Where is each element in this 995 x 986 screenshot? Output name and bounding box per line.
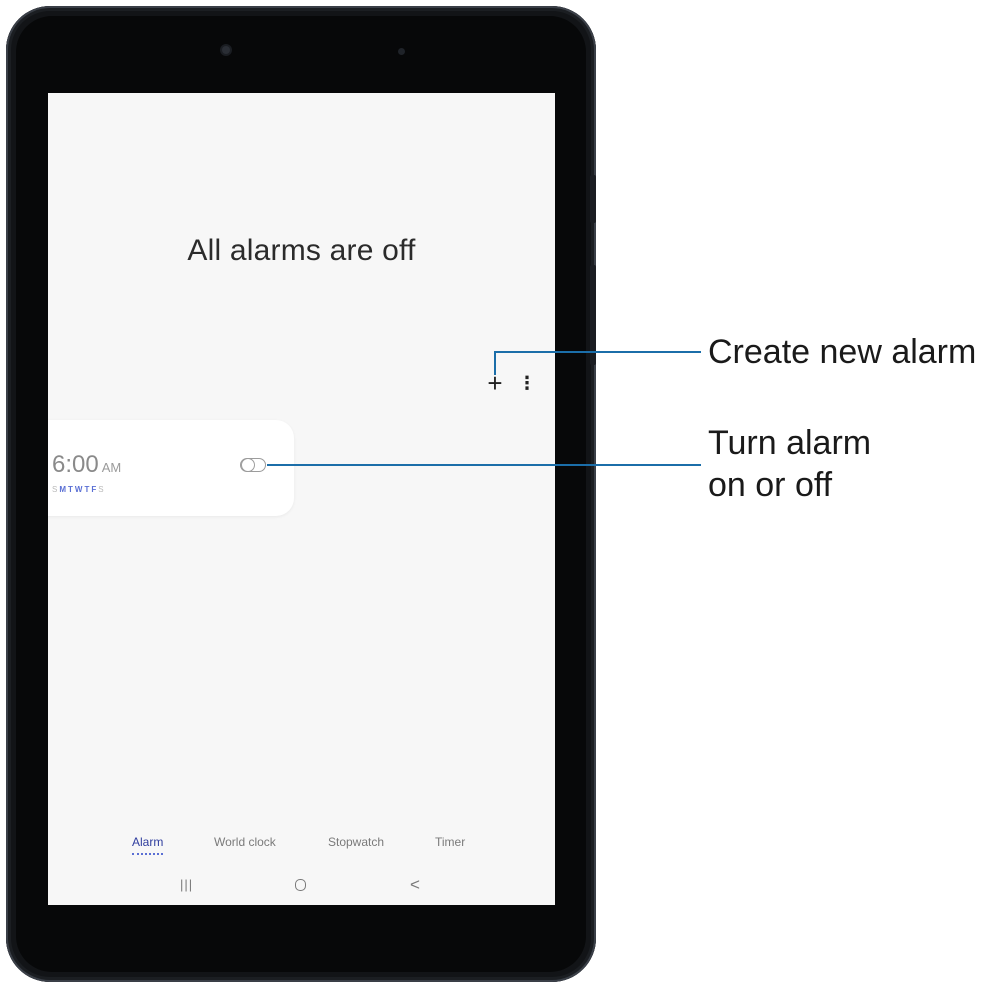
tab-alarm[interactable]: Alarm xyxy=(132,835,164,855)
day-tuesday: T xyxy=(68,485,75,494)
alarm-repeat-days: SMTWTFS xyxy=(52,485,106,494)
callout-turn-alarm-line2: on or off xyxy=(708,466,833,504)
alarm-time: 6:00 AM xyxy=(52,451,121,479)
tab-world-clock[interactable]: World clock xyxy=(214,835,276,849)
toggle-knob xyxy=(241,457,255,472)
callout-line-create-horizontal xyxy=(494,351,701,353)
day-saturday: S xyxy=(98,485,106,494)
clock-app-screen: All alarms are off + ⋮ 6:00 AM SMTWTFS Al… xyxy=(48,93,555,905)
power-button xyxy=(590,175,596,223)
day-thursday: T xyxy=(84,485,92,494)
callout-line-toggle xyxy=(267,464,701,466)
callout-create-new-alarm: Create new alarm xyxy=(708,333,977,371)
empty-state-title: All alarms are off xyxy=(187,234,416,267)
home-icon[interactable] xyxy=(295,879,306,891)
system-nav-bar: ||| < xyxy=(48,869,555,905)
day-wednesday: W xyxy=(74,485,85,494)
day-monday: M xyxy=(59,485,69,494)
back-icon[interactable]: < xyxy=(410,875,420,895)
alarm-card[interactable]: 6:00 AM SMTWTFS xyxy=(48,420,294,516)
front-camera xyxy=(222,46,230,54)
callout-line-create-vertical xyxy=(494,352,496,375)
light-sensor xyxy=(398,48,405,55)
tab-stopwatch[interactable]: Stopwatch xyxy=(328,835,384,849)
callout-turn-alarm-line1: Turn alarm xyxy=(708,424,872,462)
more-options-icon[interactable]: ⋮ xyxy=(518,373,536,393)
day-sunday: S xyxy=(52,485,60,494)
alarm-toggle[interactable] xyxy=(240,457,266,472)
volume-button xyxy=(590,265,596,365)
alarm-time-value: 6:00 xyxy=(52,451,99,478)
day-friday: F xyxy=(91,485,99,494)
alarm-ampm: AM xyxy=(101,460,122,475)
recent-apps-icon[interactable]: ||| xyxy=(180,877,193,892)
tab-timer[interactable]: Timer xyxy=(435,835,465,849)
bottom-tab-bar: Alarm World clock Stopwatch Timer xyxy=(48,831,555,859)
